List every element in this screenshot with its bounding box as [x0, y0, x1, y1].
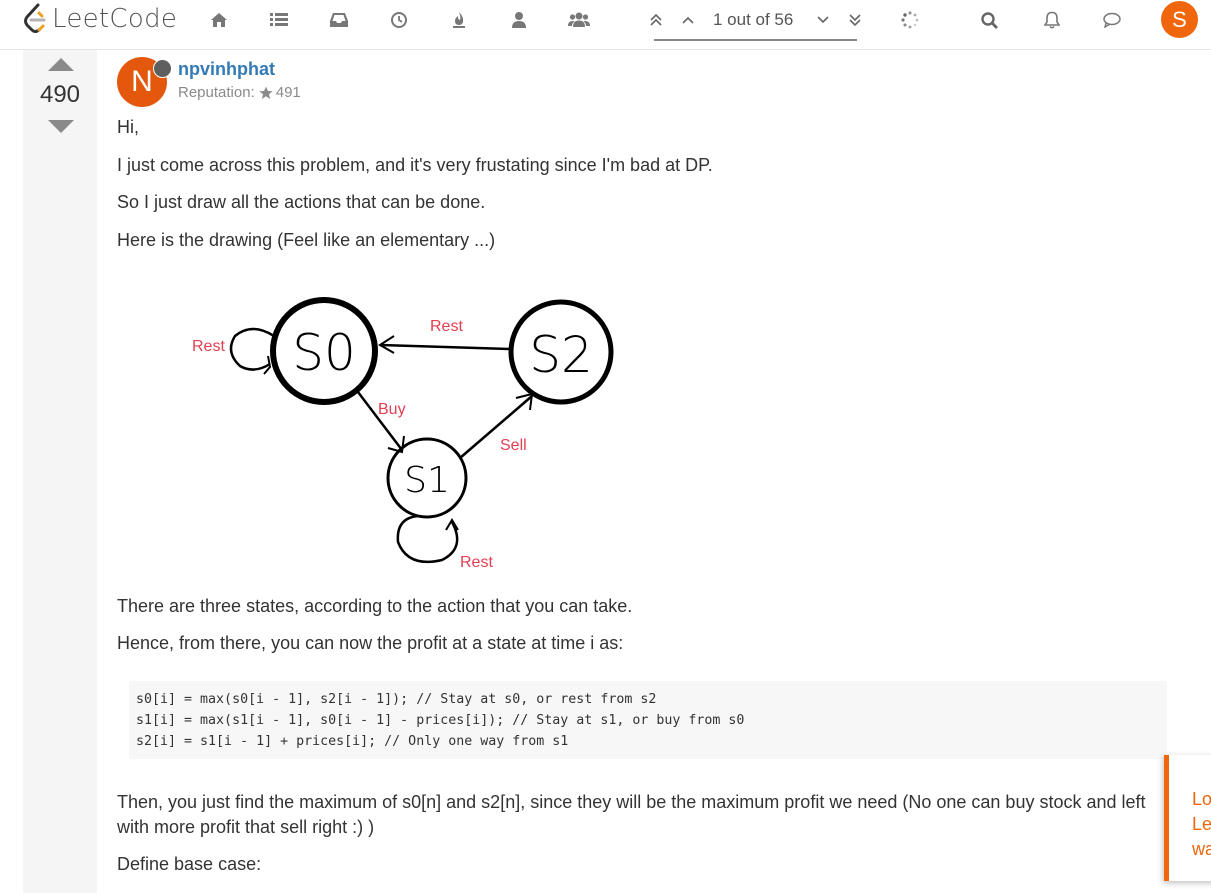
- brand-name: LeetCode: [52, 4, 178, 34]
- list-icon[interactable]: [268, 9, 290, 31]
- upvote-button[interactable]: [48, 58, 74, 71]
- post-paragraph: There are three states, according to the…: [117, 596, 633, 616]
- post-paragraph: Hence, from there, you can now the profi…: [117, 633, 624, 653]
- buy-label: Buy: [378, 401, 406, 418]
- notification-toast[interactable]: Loc Lee wa: [1164, 755, 1211, 881]
- post-paragraph: I just come across this problem, and it'…: [117, 155, 713, 175]
- pager-position: 1 out of 56: [713, 10, 794, 29]
- inbox-icon[interactable]: [328, 9, 350, 31]
- downvote-button[interactable]: [48, 120, 74, 133]
- post-paragraph: Hi,: [117, 117, 139, 137]
- toast-line: Loc: [1192, 789, 1211, 809]
- home-icon[interactable]: [208, 9, 230, 31]
- rest-s1-label: Rest: [460, 554, 493, 571]
- toast-line: wa: [1192, 839, 1211, 859]
- users-icon[interactable]: [568, 9, 590, 31]
- star-icon: [259, 86, 273, 99]
- code-line: s0[i] = max(s0[i - 1], s2[i - 1]); // St…: [136, 692, 657, 707]
- s2-to-s0-arrow: [379, 343, 512, 351]
- chat-icon[interactable]: [1101, 9, 1123, 31]
- author-name[interactable]: npvinhphat: [178, 59, 275, 80]
- state-s1-label: S1: [404, 460, 450, 501]
- code-line: s2[i] = s1[i - 1] + prices[i]; // Only o…: [136, 734, 569, 749]
- state-s0-label: S0: [292, 324, 356, 382]
- s1-rest-loop: [396, 514, 459, 564]
- rest-s2-s0-label: Rest: [430, 318, 463, 335]
- post-paragraph: So I just draw all the actions that can …: [117, 192, 486, 212]
- user-avatar[interactable]: S: [1161, 1, 1198, 38]
- state-s2-label: S2: [529, 326, 593, 384]
- double-chevron-down-icon[interactable]: [844, 9, 866, 31]
- post-paragraph: Then, you just find the maximum of s0[n]…: [117, 792, 1146, 837]
- chevron-down-icon[interactable]: [812, 9, 834, 31]
- search-icon[interactable]: [978, 9, 1000, 31]
- user-icon[interactable]: [508, 9, 530, 31]
- sell-label: Sell: [500, 437, 527, 454]
- state-machine-drawing: S0 S2 S1 Rest Rest Buy Sell Rest: [192, 297, 614, 571]
- post-paragraph: Define base case:: [117, 854, 262, 874]
- pager-underline: [654, 39, 857, 41]
- code-line: s1[i] = max(s1[i - 1], s0[i - 1] - price…: [136, 713, 745, 728]
- vote-column: [23, 50, 97, 893]
- reputation-value: 491: [275, 84, 301, 101]
- bell-icon[interactable]: [1041, 9, 1063, 31]
- chevron-up-icon[interactable]: [677, 9, 699, 31]
- code-block: s0[i] = max(s0[i - 1], s2[i - 1]); // St…: [129, 681, 1167, 759]
- loading-spinner-icon: [899, 9, 921, 31]
- leetcode-logo-icon: [24, 3, 46, 33]
- reputation-label: Reputation:: [178, 84, 255, 101]
- double-chevron-up-icon[interactable]: [645, 9, 667, 31]
- status-indicator: [153, 59, 172, 78]
- top-nav: LeetCode 1 out of 56 S: [0, 0, 1211, 50]
- post-paragraph: Here is the drawing (Feel like an elemen…: [117, 230, 496, 250]
- author-reputation: Reputation: 491: [178, 84, 301, 101]
- leetcode-logo[interactable]: LeetCode: [22, 3, 177, 35]
- vote-count: 490: [39, 81, 81, 108]
- toast-line: Lee: [1192, 814, 1211, 834]
- clock-icon[interactable]: [388, 9, 410, 31]
- rest-s0-label: Rest: [192, 338, 225, 355]
- s0-rest-loop: [229, 327, 275, 371]
- fire-icon[interactable]: [448, 9, 470, 31]
